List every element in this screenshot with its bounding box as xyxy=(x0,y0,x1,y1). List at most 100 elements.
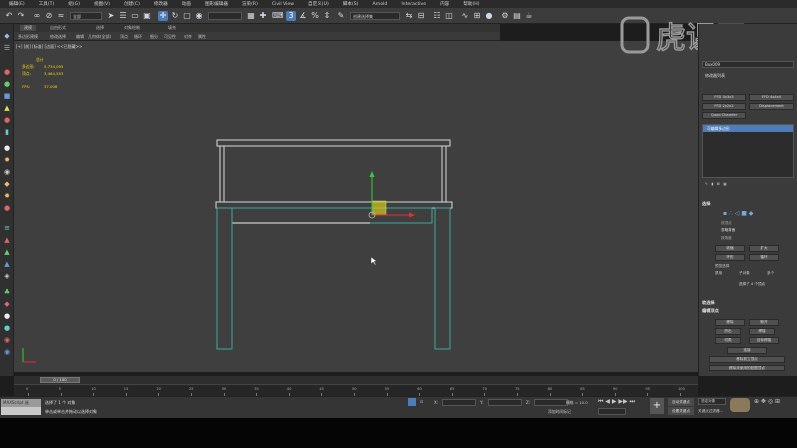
auto-key-button[interactable]: 自动关键点 xyxy=(668,398,694,406)
system-icon[interactable]: ● xyxy=(2,204,12,212)
spacewarp-icon[interactable]: ✸ xyxy=(2,192,12,200)
preview-multi-radio[interactable]: 多个 xyxy=(767,271,774,276)
reference-coordinate-dropdown[interactable] xyxy=(208,12,242,20)
tab-modeling[interactable]: 建模 xyxy=(20,25,36,31)
ribbon-polygon-modeling[interactable]: 多边形建模 xyxy=(18,34,38,40)
current-frame-field[interactable] xyxy=(598,408,626,415)
object-green-icon[interactable]: ● xyxy=(2,80,12,88)
ribbon-geometry-all[interactable]: 几何体(全部) xyxy=(88,34,111,40)
render-production-icon[interactable]: ☕ xyxy=(524,11,534,21)
absolute-mode-icon[interactable]: ⊡ xyxy=(420,399,423,404)
ribbon-subdivision[interactable]: 细分 xyxy=(150,34,158,40)
weld-button[interactable]: 焊接 xyxy=(749,328,775,335)
set-key-button[interactable]: 设置关键点 xyxy=(668,407,694,415)
key-filters-button[interactable]: 关键点过滤器... xyxy=(698,409,723,414)
navigation-controls-icon[interactable]: ⊕ ✥ ◎ ⊞ xyxy=(754,398,780,405)
percent-snap-icon[interactable]: % xyxy=(310,11,320,21)
rotate-icon[interactable]: ↻ xyxy=(170,11,180,21)
target-weld-button[interactable]: 目标焊接 xyxy=(749,337,779,344)
tab-selection[interactable]: 选择 xyxy=(96,25,104,31)
ribbon-visibility[interactable]: 可见性 xyxy=(164,34,176,40)
subobject-icons[interactable]: ▪ ∴ ◁ ■ ◆ xyxy=(723,210,753,217)
ribbon-modify-selection[interactable]: 修改选择 xyxy=(50,34,66,40)
edit-vertices-head[interactable]: 编辑顶点 xyxy=(702,308,719,314)
rect-selection-icon[interactable]: ▭ xyxy=(130,11,140,21)
by-vertex-check[interactable]: 按顶点 xyxy=(721,221,732,226)
angle-snap-icon[interactable]: ∡ xyxy=(298,11,308,21)
material-icon[interactable]: ● xyxy=(2,324,12,332)
set-key-icon[interactable]: + xyxy=(650,398,664,414)
maxscript-input[interactable] xyxy=(1,407,41,415)
break-button[interactable]: 断开 xyxy=(749,319,779,326)
menu-customize[interactable]: 自定义(U) xyxy=(305,1,340,7)
displacement-button[interactable]: Displacement xyxy=(749,103,794,110)
place-icon[interactable]: ◉ xyxy=(194,11,204,21)
preview-off-radio[interactable]: 禁用 xyxy=(715,271,722,276)
by-angle-check[interactable]: 按角度 xyxy=(721,236,732,241)
ribbon-properties[interactable]: 属性 xyxy=(198,34,206,40)
ribbon-align[interactable]: 对齐 xyxy=(184,34,192,40)
link-icon[interactable]: ∞ xyxy=(32,11,42,21)
ffd3-button[interactable]: FFD 3x3x3 xyxy=(702,94,746,101)
ffd4-button[interactable]: FFD 4x4x4 xyxy=(749,94,794,101)
object-blue-icon[interactable]: ■ xyxy=(2,92,12,100)
ffd2-button[interactable]: FFD 2x2x2 xyxy=(702,103,746,110)
ring-button[interactable]: 环形 xyxy=(715,254,745,261)
ribbon-vertices[interactable]: 顶点 xyxy=(120,34,128,40)
geometry-blue-icon[interactable]: ▲ xyxy=(2,260,12,268)
move-icon[interactable]: ✛ xyxy=(158,11,168,21)
object-yellow-icon[interactable]: ▲ xyxy=(2,104,12,112)
modifier-stack[interactable]: 可编辑多边形 xyxy=(702,124,794,178)
playback-controls-icon[interactable]: ⏮ ◀ ▶ ▶▶ ⏭ xyxy=(598,398,635,406)
connect-button[interactable]: 连接 xyxy=(727,347,767,354)
selection-filter-dropdown[interactable]: 全部 xyxy=(70,12,102,20)
grow-button[interactable]: 扩大 xyxy=(749,245,779,252)
particle-icon[interactable]: ◆ xyxy=(2,300,12,308)
stack-tools-icons[interactable]: ✎ ▮ ⊠ ▦ xyxy=(705,182,727,186)
redo-icon[interactable]: ↷ xyxy=(16,11,26,21)
loop-button[interactable]: 循环 xyxy=(749,254,779,261)
menu-content[interactable]: 内容 xyxy=(437,1,460,7)
camera-icon[interactable]: ◉ xyxy=(2,168,12,176)
selection-rollout-head[interactable]: 选择 xyxy=(702,201,710,207)
align-icon[interactable]: ⊟ xyxy=(416,11,426,21)
material-editor-icon[interactable]: ● xyxy=(484,11,494,21)
quad-chamfer-button[interactable]: Quad Chamfer xyxy=(702,112,746,119)
effect-icon[interactable]: ◉ xyxy=(2,336,12,344)
preview-subobject-radio[interactable]: 子对象 xyxy=(739,271,750,276)
render-icon[interactable]: ● xyxy=(2,312,12,320)
menu-modifiers[interactable]: 修改器 xyxy=(151,1,179,7)
tab-populate[interactable]: 填充 xyxy=(168,25,176,31)
geometry-green-icon[interactable]: ▲ xyxy=(2,248,12,256)
add-time-tag[interactable]: 添加时间标记 xyxy=(548,409,571,415)
time-slider-track[interactable] xyxy=(14,376,698,384)
schematic-view-icon[interactable]: ⊞ xyxy=(472,11,482,21)
menu-animation[interactable]: 动画 xyxy=(179,1,202,7)
maxscript-listener[interactable]: MAXScript 迷 xyxy=(1,399,41,407)
undo-icon[interactable]: ↶ xyxy=(4,11,14,21)
ribbon-edit[interactable]: 编辑 xyxy=(76,34,84,40)
spinner-snap-icon[interactable]: ⇕ xyxy=(322,11,332,21)
render-setup-icon[interactable]: ⚙ xyxy=(500,11,510,21)
layer-explorer-icon[interactable]: ◫ xyxy=(444,11,454,21)
viewport-label[interactable]: [+] [前] [标准] [边面] <<已隐藏>> xyxy=(16,44,82,50)
scene-icon[interactable]: ☰ xyxy=(2,44,12,52)
object-name-field[interactable]: Box009 xyxy=(702,61,794,68)
menu-tools[interactable]: 工具(T) xyxy=(36,1,66,7)
mirror-icon[interactable]: ⇆ xyxy=(404,11,414,21)
bind-space-warp-icon[interactable]: ≈ xyxy=(56,11,66,21)
named-selection-set-dropdown[interactable]: 创建选择集 xyxy=(350,12,400,20)
menu-graph-editors[interactable]: 图形编辑器 xyxy=(202,1,239,7)
modifier-list-dropdown[interactable]: 修改器列表 xyxy=(702,72,794,79)
window-crossing-icon[interactable]: ▣ xyxy=(142,11,152,21)
chamfer-button[interactable]: 切角 xyxy=(715,337,741,344)
time-slider[interactable]: 0 / 100 xyxy=(40,377,80,383)
menu-help[interactable]: 帮助(H) xyxy=(460,1,490,7)
select-object-icon[interactable]: ➤ xyxy=(106,11,116,21)
utility-icon[interactable]: ◉ xyxy=(2,348,12,356)
create-panel-icon[interactable]: ◆ xyxy=(2,32,12,40)
menu-create[interactable]: 创建(C) xyxy=(121,1,151,7)
modifier-icon[interactable]: ◈ xyxy=(2,272,12,280)
menu-scripting[interactable]: 脚本(S) xyxy=(340,1,370,7)
keyboard-shortcut-icon[interactable]: ⌨ xyxy=(272,11,284,21)
